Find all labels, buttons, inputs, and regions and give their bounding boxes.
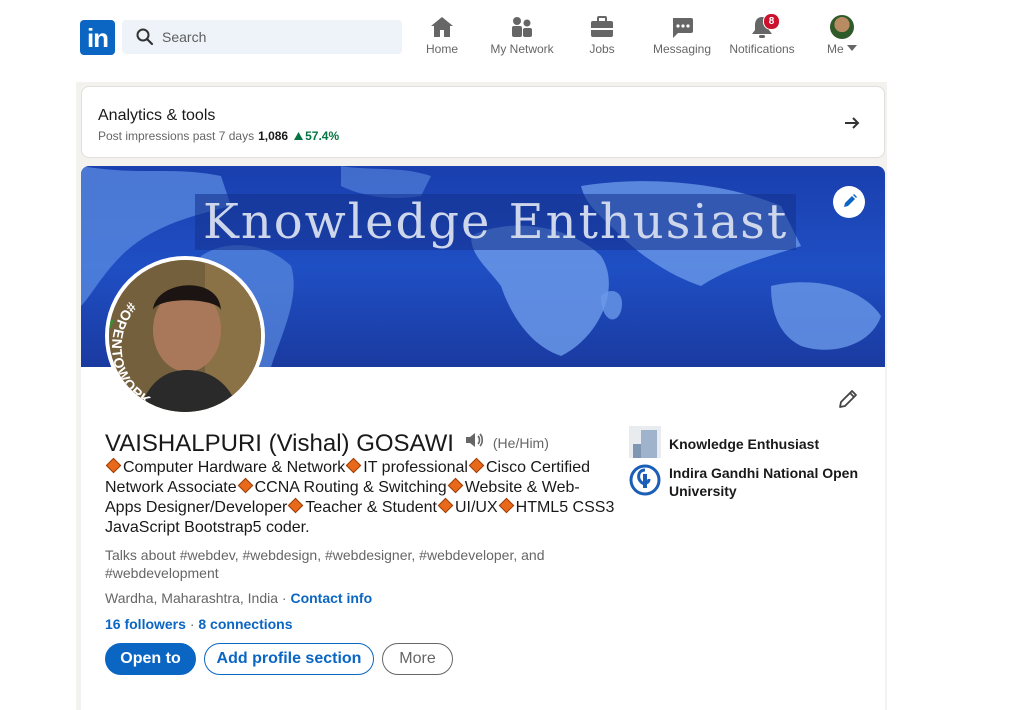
impressions-count: 1,086 (258, 129, 289, 143)
profile-headline: Computer Hardware & Network IT profession… (105, 457, 615, 538)
talks-about: Talks about #webdev, #webdesign, #webdes… (105, 547, 545, 581)
speaker-icon[interactable] (464, 431, 484, 449)
company-logo-icon (629, 426, 661, 458)
more-button[interactable]: More (382, 643, 453, 675)
nav-me-label: Me (822, 42, 862, 56)
headline-part: IT professional (363, 459, 468, 476)
headline-part: CCNA Routing & Switching (254, 479, 447, 496)
diamond-icon (447, 477, 463, 494)
analytics-subtitle: Post impressions past 7 days 1,086 57.4% (98, 129, 339, 143)
nav-home-label: Home (425, 42, 458, 56)
caret-down-icon (847, 45, 857, 51)
open-to-button[interactable]: Open to (105, 643, 196, 675)
followers-link[interactable]: 16 followers (105, 616, 186, 632)
linkedin-logo[interactable]: in (80, 20, 115, 55)
diamond-icon (288, 497, 304, 514)
location: Wardha, Maharashtra, India (105, 590, 279, 606)
nav-my-network[interactable]: My Network (486, 14, 558, 60)
company-name: Knowledge Enthusiast (669, 436, 820, 452)
separator: · (189, 616, 195, 632)
nav-home[interactable]: Home (420, 14, 464, 60)
diamond-icon (346, 457, 362, 474)
profile-card: Knowledge Enthusiast #OPENTOWORK VAISHAL… (81, 166, 885, 710)
diamond-icon (498, 497, 514, 514)
location-row: Wardha, Maharashtra, India · Contact inf… (105, 590, 372, 606)
nav-my-network-label: My Network (490, 42, 554, 56)
pencil-icon (844, 194, 857, 207)
arrow-right-icon[interactable] (842, 113, 862, 133)
profile-photo-image: #OPENTOWORK (109, 260, 261, 412)
search-icon (136, 28, 154, 46)
diamond-icon (105, 457, 122, 474)
diamond-icon (237, 477, 253, 494)
chat-icon (673, 18, 693, 38)
education-school[interactable]: Indira Gandhi National Open University (629, 464, 869, 499)
search-box[interactable]: Search (122, 20, 402, 54)
profile-name: VAISHALPURI (Vishal) GOSAWI (105, 430, 454, 457)
school-name: Indira Gandhi National Open University (669, 465, 859, 499)
pronouns: (He/Him) (492, 435, 549, 451)
nav-notifications[interactable]: 8 Notifications (726, 13, 798, 60)
name-row: VAISHALPURI (Vishal) GOSAWI (He/Him) (105, 430, 549, 458)
person-photo-graphic: #OPENTOWORK (109, 260, 261, 412)
people-icon (512, 17, 532, 37)
network-row: 16 followers · 8 connections (105, 616, 293, 632)
headline-part: Computer Hardware & Network (123, 459, 346, 476)
separator: · (281, 590, 287, 606)
add-profile-section-button[interactable]: Add profile section (204, 643, 374, 675)
top-nav: in Search Home My Network Jobs Messaging… (0, 0, 1014, 74)
nav-jobs[interactable]: Jobs (582, 14, 622, 60)
briefcase-icon (591, 16, 613, 37)
analytics-title: Analytics & tools (98, 107, 216, 124)
diamond-icon (468, 457, 485, 474)
analytics-card[interactable]: Analytics & tools Post impressions past … (81, 86, 885, 158)
analytics-subtitle-label: Post impressions past 7 days (98, 129, 255, 143)
edit-intro-icon[interactable] (837, 388, 859, 410)
university-logo-icon (629, 464, 661, 496)
nav-messaging-label: Messaging (652, 42, 712, 56)
banner-text: Knowledge Enthusiast (195, 194, 797, 250)
contact-info-link[interactable]: Contact info (290, 590, 372, 606)
profile-sidebar: Knowledge Enthusiast Indira Gandhi Natio… (629, 426, 869, 502)
notification-badge: 8 (763, 13, 780, 30)
diamond-icon (437, 497, 454, 514)
home-icon (431, 17, 453, 37)
trend-up-icon (294, 132, 304, 140)
nav-jobs-label: Jobs (589, 42, 615, 56)
connections-link[interactable]: 8 connections (198, 616, 292, 632)
headline-part: UI/UX (454, 499, 498, 516)
avatar-icon (830, 15, 854, 39)
current-company[interactable]: Knowledge Enthusiast (629, 426, 869, 460)
nav-messaging[interactable]: Messaging (650, 14, 714, 60)
notifications-icon-wrap: 8 (749, 13, 780, 40)
nav-me[interactable]: Me (822, 14, 862, 60)
search-input[interactable]: Search (162, 29, 206, 45)
edit-cover-button[interactable] (833, 186, 865, 218)
impressions-change: 57.4% (294, 129, 339, 143)
profile-photo[interactable]: #OPENTOWORK (105, 256, 265, 416)
headline-part: Teacher & Student (305, 499, 437, 516)
nav-notifications-label: Notifications (729, 42, 795, 56)
